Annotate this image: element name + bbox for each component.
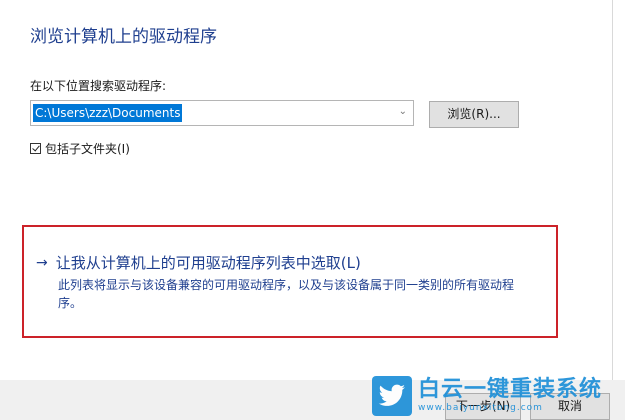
page-title: 浏览计算机上的驱动程序 [30,27,217,47]
search-location-label: 在以下位置搜索驱动程序: [30,79,167,93]
arrow-right-icon: → [36,254,48,271]
path-combobox[interactable]: C:\Users\zzz\Documents ⌄ [30,100,414,126]
window-edge [612,0,613,380]
watermark-title: 白云一键重装系统 [418,377,603,402]
include-subfolders-row[interactable]: 包括子文件夹(I) [30,140,130,156]
include-subfolders-checkbox[interactable] [30,142,41,154]
twitter-bird-icon [372,376,412,416]
watermark-url: www.baiyunxitong.com [418,403,543,413]
chevron-down-icon[interactable]: ⌄ [399,106,407,117]
pick-from-list-title[interactable]: 让我从计算机上的可用驱动程序列表中选取(L) [56,252,361,273]
pick-from-list-link[interactable]: → 让我从计算机上的可用驱动程序列表中选取(L) [36,252,361,273]
watermark: 白云一键重装系统 www.baiyunxitong.com [372,376,602,416]
pick-from-list-description: 此列表将显示与该设备兼容的可用驱动程序，以及与该设备属于同一类别的所有驱动程序。 [58,278,515,310]
browse-button[interactable]: 浏览(R)... [429,101,519,128]
include-subfolders-label[interactable]: 包括子文件夹(I) [45,140,130,157]
path-value[interactable]: C:\Users\zzz\Documents [33,104,183,122]
